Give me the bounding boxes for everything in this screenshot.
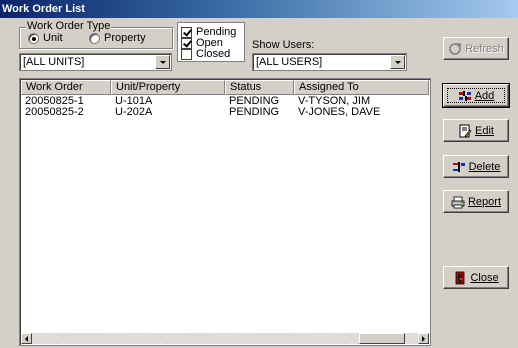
close-icon [456,271,465,284]
refresh-icon [449,42,462,55]
checkbox-closed-box[interactable] [181,49,192,60]
checkbox-open-box[interactable] [181,38,192,49]
cell-assigned-to: V-JONES, DAVE [298,106,381,118]
close-button-label: Close [470,271,499,284]
column-header-work-order[interactable]: Work Order [21,80,111,95]
status-filter-list: Pending Open Closed [177,22,245,62]
cell-status: PENDING [229,106,280,118]
scroll-right-button[interactable] [418,333,429,344]
users-filter-dropdown-button[interactable] [390,55,405,69]
column-header-unit-property[interactable]: Unit/Property [111,80,225,95]
delete-button[interactable]: Delete [443,155,509,178]
users-filter-value: [ALL USERS] [256,56,323,68]
delete-button-label: Delete [468,160,501,173]
edit-button-label: Edit [475,124,494,137]
radio-property-label: Property [104,32,146,44]
checkbox-pending-box[interactable] [181,27,192,38]
window-title: Work Order List [0,0,518,18]
users-filter-combo[interactable]: [ALL USERS] [252,53,407,71]
scroll-thumb[interactable] [359,333,405,344]
horizontal-scrollbar[interactable] [21,333,429,344]
scroll-left-button[interactable] [21,333,32,344]
edit-button[interactable]: Edit [443,119,509,142]
delete-icon [452,161,465,172]
unit-filter-combo[interactable]: [ALL UNITS] [19,53,172,71]
radio-unit[interactable]: Unit [28,32,63,44]
chevron-down-icon [159,60,166,64]
radio-property-indicator[interactable] [89,32,100,44]
report-button[interactable]: Report [443,190,509,213]
column-header-status[interactable]: Status [225,80,294,95]
work-order-type-group: Work Order Type Unit Property [19,20,173,49]
report-icon [451,196,465,208]
report-button-label: Report [467,195,502,208]
work-order-table[interactable]: Work Order Unit/Property Status Assigned… [19,78,431,346]
cell-work-order: 20050825-2 [25,106,84,118]
column-header-assigned-to[interactable]: Assigned To [294,80,429,95]
checkbox-closed[interactable]: Closed [181,49,230,60]
radio-unit-indicator[interactable] [28,32,39,44]
cell-unit-property: U-202A [115,106,153,118]
unit-filter-dropdown-button[interactable] [155,55,170,69]
refresh-button-label: Refresh [465,42,504,55]
edit-icon [459,124,472,137]
focus-rectangle [447,88,505,103]
radio-unit-label: Unit [43,32,63,44]
arrow-right-icon [422,335,425,342]
close-button[interactable]: Close [443,266,509,289]
checkbox-closed-label: Closed [196,48,231,60]
refresh-button[interactable]: Refresh [443,37,509,60]
table-row[interactable]: 20050825-2 U-202A PENDING V-JONES, DAVE [21,107,427,118]
arrow-left-icon [25,335,28,342]
radio-property[interactable]: Property [89,32,146,44]
show-users-label: Show Users: [252,39,315,51]
unit-filter-value: [ALL UNITS] [23,56,85,68]
chevron-down-icon [394,60,401,64]
add-button[interactable]: Add [442,83,510,108]
